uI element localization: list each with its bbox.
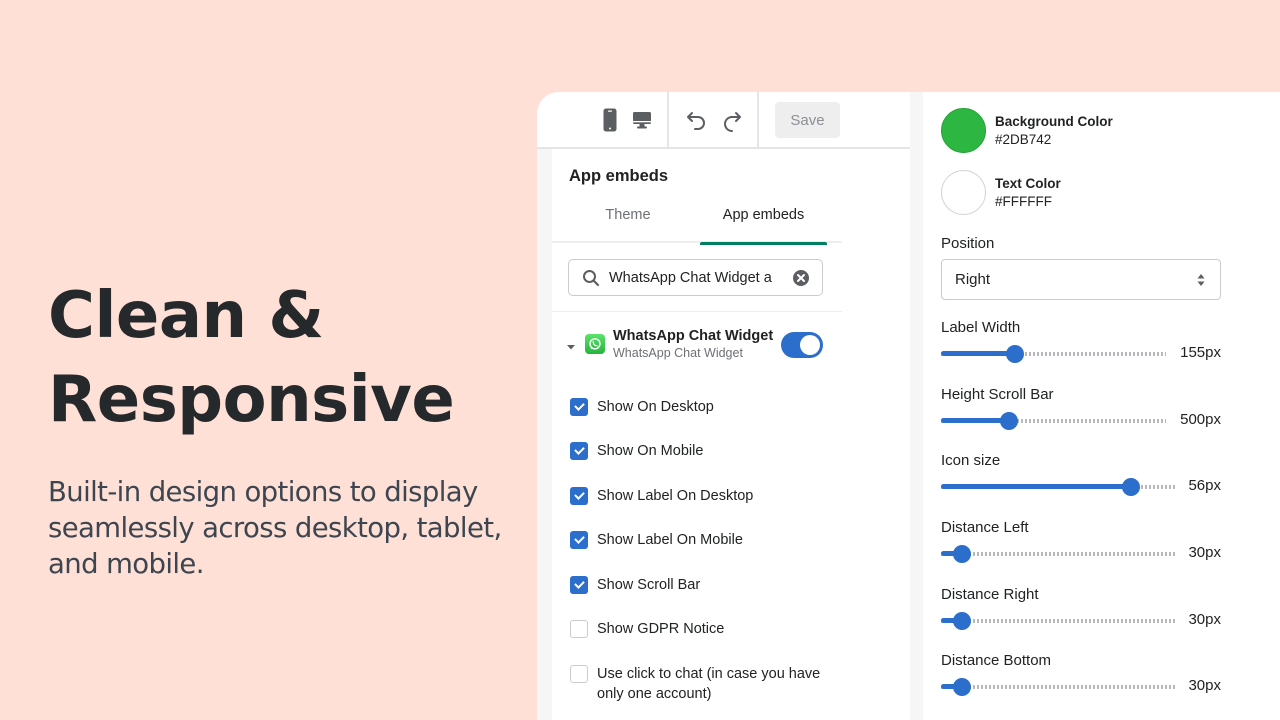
- slider-label: Height Scroll Bar: [941, 386, 1054, 403]
- slider-label: Icon size: [941, 452, 1001, 469]
- position-select-value: Right: [955, 271, 991, 288]
- divider: [552, 311, 842, 312]
- mobile-icon[interactable]: [596, 106, 624, 134]
- option-checkbox[interactable]: [570, 487, 588, 505]
- slider-value: 155px: [1180, 344, 1221, 361]
- slider-value: 30px: [1188, 544, 1221, 561]
- position-label: Position: [941, 235, 995, 252]
- editor-toolbar: Save: [537, 92, 910, 149]
- undo-icon[interactable]: [682, 106, 710, 134]
- option-row[interactable]: Show On Desktop: [570, 397, 850, 417]
- editor-right-panel: Background Color #2DB742 Text Color #FFF…: [910, 92, 1280, 720]
- hero-title-line-2: Responsive: [48, 363, 455, 437]
- app-name: WhatsApp Chat Widget: [613, 328, 774, 344]
- slider-label: Distance Right: [941, 586, 1039, 603]
- option-checkbox[interactable]: [570, 576, 588, 594]
- range-slider[interactable]: [941, 676, 1176, 698]
- option-label: Use click to chat (in case you have only…: [597, 666, 821, 702]
- redo-icon[interactable]: [718, 106, 746, 134]
- slider-rail: [941, 552, 1176, 556]
- background-color-title: Background Color: [995, 114, 1113, 129]
- option-checkbox[interactable]: [570, 665, 588, 683]
- slider-rail: [941, 685, 1176, 689]
- option-row[interactable]: Show Scroll Bar: [570, 575, 850, 595]
- settings-panel: Background Color #2DB742 Text Color #FFF…: [923, 92, 1280, 720]
- app-subtitle: WhatsApp Chat Widget: [613, 346, 743, 360]
- select-arrows-icon: [1197, 273, 1205, 292]
- option-row[interactable]: Show Label On Desktop: [570, 486, 850, 506]
- slider-fill: [941, 351, 1016, 356]
- slider-value: 30px: [1188, 677, 1221, 694]
- option-label: Show On Mobile: [597, 443, 704, 459]
- option-checkbox[interactable]: [570, 398, 588, 416]
- range-slider[interactable]: [941, 476, 1176, 498]
- save-button[interactable]: Save: [775, 102, 840, 138]
- whatsapp-icon: [585, 334, 605, 354]
- slider-fill: [941, 418, 1009, 423]
- option-label: Show On Desktop: [597, 399, 714, 415]
- range-slider[interactable]: [941, 610, 1176, 632]
- tab-bar: Theme App embeds: [552, 201, 842, 245]
- option-checkbox[interactable]: [570, 531, 588, 549]
- slider-thumb[interactable]: [953, 678, 972, 696]
- position-select[interactable]: Right: [941, 259, 1221, 300]
- slider-thumb[interactable]: [953, 612, 972, 630]
- slider-rail: [941, 619, 1176, 623]
- slider-label: Label Width: [941, 319, 1021, 336]
- background-color-swatch[interactable]: [941, 108, 986, 153]
- collapse-caret-icon[interactable]: [566, 338, 576, 356]
- app-embeds-panel: App embeds Theme App embeds WhatsApp Cha…: [552, 149, 910, 720]
- option-row[interactable]: Show Label On Mobile: [570, 530, 850, 550]
- range-slider[interactable]: [941, 543, 1176, 565]
- search-icon: [582, 269, 600, 292]
- search-box: [568, 259, 823, 296]
- toolbar-divider: [667, 92, 669, 149]
- slider-fill: [941, 484, 1132, 489]
- hero-subtitle: Built-in design options to display seaml…: [48, 476, 502, 580]
- text-color-hex: #FFFFFF: [995, 194, 1052, 209]
- section-title: App embeds: [569, 167, 669, 185]
- slider-label: Distance Left: [941, 519, 1029, 536]
- background-color-hex: #2DB742: [995, 132, 1052, 147]
- text-color-title: Text Color: [995, 176, 1061, 191]
- text-color-swatch[interactable]: [941, 170, 986, 215]
- hero-title: Clean & Responsive: [48, 274, 518, 442]
- option-label: Show Label On Desktop: [597, 488, 754, 504]
- hero-title-line-1: Clean &: [48, 279, 324, 353]
- slider-value: 56px: [1188, 477, 1221, 494]
- desktop-icon[interactable]: [628, 106, 656, 134]
- slider-thumb[interactable]: [953, 545, 972, 563]
- tab-theme[interactable]: Theme: [572, 201, 684, 243]
- editor-left-panel: Save App embeds Theme App embeds WhatsAp…: [537, 92, 910, 720]
- search-input[interactable]: [609, 267, 784, 289]
- slider-label: Distance Bottom: [941, 652, 1052, 669]
- option-label: Show Scroll Bar: [597, 577, 701, 593]
- tab-app-embeds[interactable]: App embeds: [700, 201, 827, 245]
- slider-thumb[interactable]: [999, 412, 1018, 430]
- app-enabled-toggle[interactable]: [781, 332, 823, 358]
- option-checkbox[interactable]: [570, 620, 588, 638]
- toggle-knob: [800, 335, 820, 355]
- option-checkbox[interactable]: [570, 442, 588, 460]
- slider-thumb[interactable]: [1122, 478, 1141, 496]
- toolbar-divider: [757, 92, 759, 149]
- range-slider[interactable]: [941, 410, 1166, 432]
- option-label: Show Label On Mobile: [597, 532, 743, 548]
- slider-value: 500px: [1180, 411, 1221, 428]
- slider-value: 30px: [1188, 611, 1221, 628]
- range-slider[interactable]: [941, 343, 1166, 365]
- slider-thumb[interactable]: [1006, 345, 1025, 363]
- option-row[interactable]: Show On Mobile: [570, 441, 850, 461]
- option-label: Show GDPR Notice: [597, 621, 725, 637]
- option-row[interactable]: Use click to chat (in case you have only…: [570, 664, 850, 704]
- clear-search-icon[interactable]: [792, 269, 810, 292]
- option-row[interactable]: Show GDPR Notice: [570, 619, 850, 639]
- app-embed-row: WhatsApp Chat Widget WhatsApp Chat Widge…: [552, 324, 842, 364]
